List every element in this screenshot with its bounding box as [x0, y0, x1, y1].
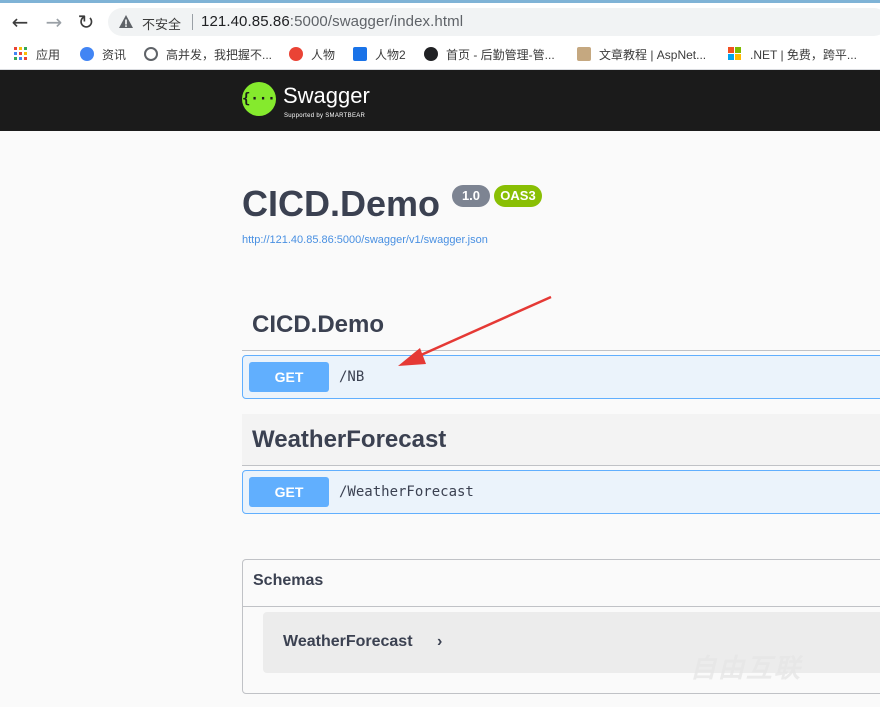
browser-toolbar: ← → ↻ 不安全 121.40.85.86:5000/swagger/inde… [0, 0, 880, 38]
swagger-brand[interactable]: Swagger [283, 83, 370, 109]
tag-divider [242, 350, 880, 351]
bookmark-aspnet[interactable]: 文章教程 | AspNet... [577, 45, 706, 63]
bookmark-news[interactable]: 资讯 [80, 45, 126, 63]
swagger-logo-icon[interactable]: {···} [242, 82, 284, 116]
operation-get-nb[interactable]: GET /NB [242, 355, 880, 399]
bookmark-label: 人物2 [375, 47, 406, 62]
url-path: :5000/swagger/index.html [289, 13, 464, 30]
bookmark-label: 资讯 [102, 47, 127, 62]
person-bookmark-icon [289, 47, 303, 61]
address-bar[interactable]: 不安全 121.40.85.86:5000/swagger/index.html [108, 8, 880, 36]
back-icon[interactable]: ← [6, 9, 34, 35]
swagger-topbar: {···} Swagger Supported by SMARTBEAR [0, 70, 880, 131]
schemas-divider [243, 606, 880, 607]
site-bookmark-icon [577, 47, 591, 61]
bookmark-label: 人物 [311, 47, 336, 62]
watermark-text: 自由互联 [690, 653, 803, 683]
address-divider [192, 14, 193, 30]
tag-heading-weatherforecast[interactable]: WeatherForecast [252, 426, 446, 454]
windows-logo-icon [728, 47, 741, 60]
method-badge: GET [249, 362, 329, 392]
bookmark-label: 文章教程 | AspNet... [599, 47, 707, 62]
bookmark-person[interactable]: 人物 [289, 45, 335, 63]
bookmark-label: 首页 - 后勤管理-管... [446, 47, 555, 62]
insecure-label: 不安全 [142, 17, 182, 32]
news-icon [80, 47, 94, 61]
warning-icon[interactable] [118, 14, 134, 30]
schemas-heading[interactable]: Schemas [253, 572, 323, 590]
version-badge: 1.0 [452, 185, 490, 207]
bookmark-person2[interactable]: 人物2 [353, 45, 406, 63]
forward-icon[interactable]: → [40, 9, 68, 35]
bookmarks-bar: 应用 资讯 高并发，我把握不... 人物 人物2 首页 - 后勤管理-管... … [0, 38, 880, 70]
api-title: CICD.Demo [242, 183, 441, 224]
operation-path: /WeatherForecast [339, 484, 474, 500]
operation-get-weatherforecast[interactable]: GET /WeatherForecast [242, 470, 880, 514]
robot-bookmark-icon [353, 47, 367, 61]
apps-grid-icon [14, 47, 27, 60]
bookmark-label: 高并发，我把握不... [166, 47, 273, 62]
url-host: 121.40.85.86 [201, 13, 290, 30]
bookmark-label: .NET | 免费，跨平... [750, 47, 857, 62]
model-name: WeatherForecast [283, 633, 413, 650]
bookmark-dotnet[interactable]: .NET | 免费，跨平... [728, 45, 857, 63]
swagger-subtitle: Supported by SMARTBEAR [284, 113, 366, 119]
bookmark-label: 应用 [36, 47, 61, 62]
tag-divider [242, 465, 880, 466]
tag-heading-cicd-demo[interactable]: CICD.Demo [252, 311, 384, 339]
method-badge: GET [249, 477, 329, 507]
reload-icon[interactable]: ↻ [72, 9, 100, 35]
url-text[interactable]: 121.40.85.86:5000/swagger/index.html [201, 13, 463, 30]
bookmark-logistics[interactable]: 首页 - 后勤管理-管... [424, 45, 555, 63]
chevron-right-icon[interactable]: › [437, 633, 442, 651]
spec-url-link[interactable]: http://121.40.85.86:5000/swagger/v1/swag… [242, 234, 488, 246]
globe-icon [424, 47, 438, 61]
bookmark-generic-icon [144, 47, 158, 61]
bookmark-concurrency[interactable]: 高并发，我把握不... [144, 45, 272, 63]
bookmark-apps[interactable]: 应用 [14, 45, 60, 63]
oas-badge: OAS3 [494, 185, 542, 207]
operation-path: /NB [339, 369, 365, 385]
